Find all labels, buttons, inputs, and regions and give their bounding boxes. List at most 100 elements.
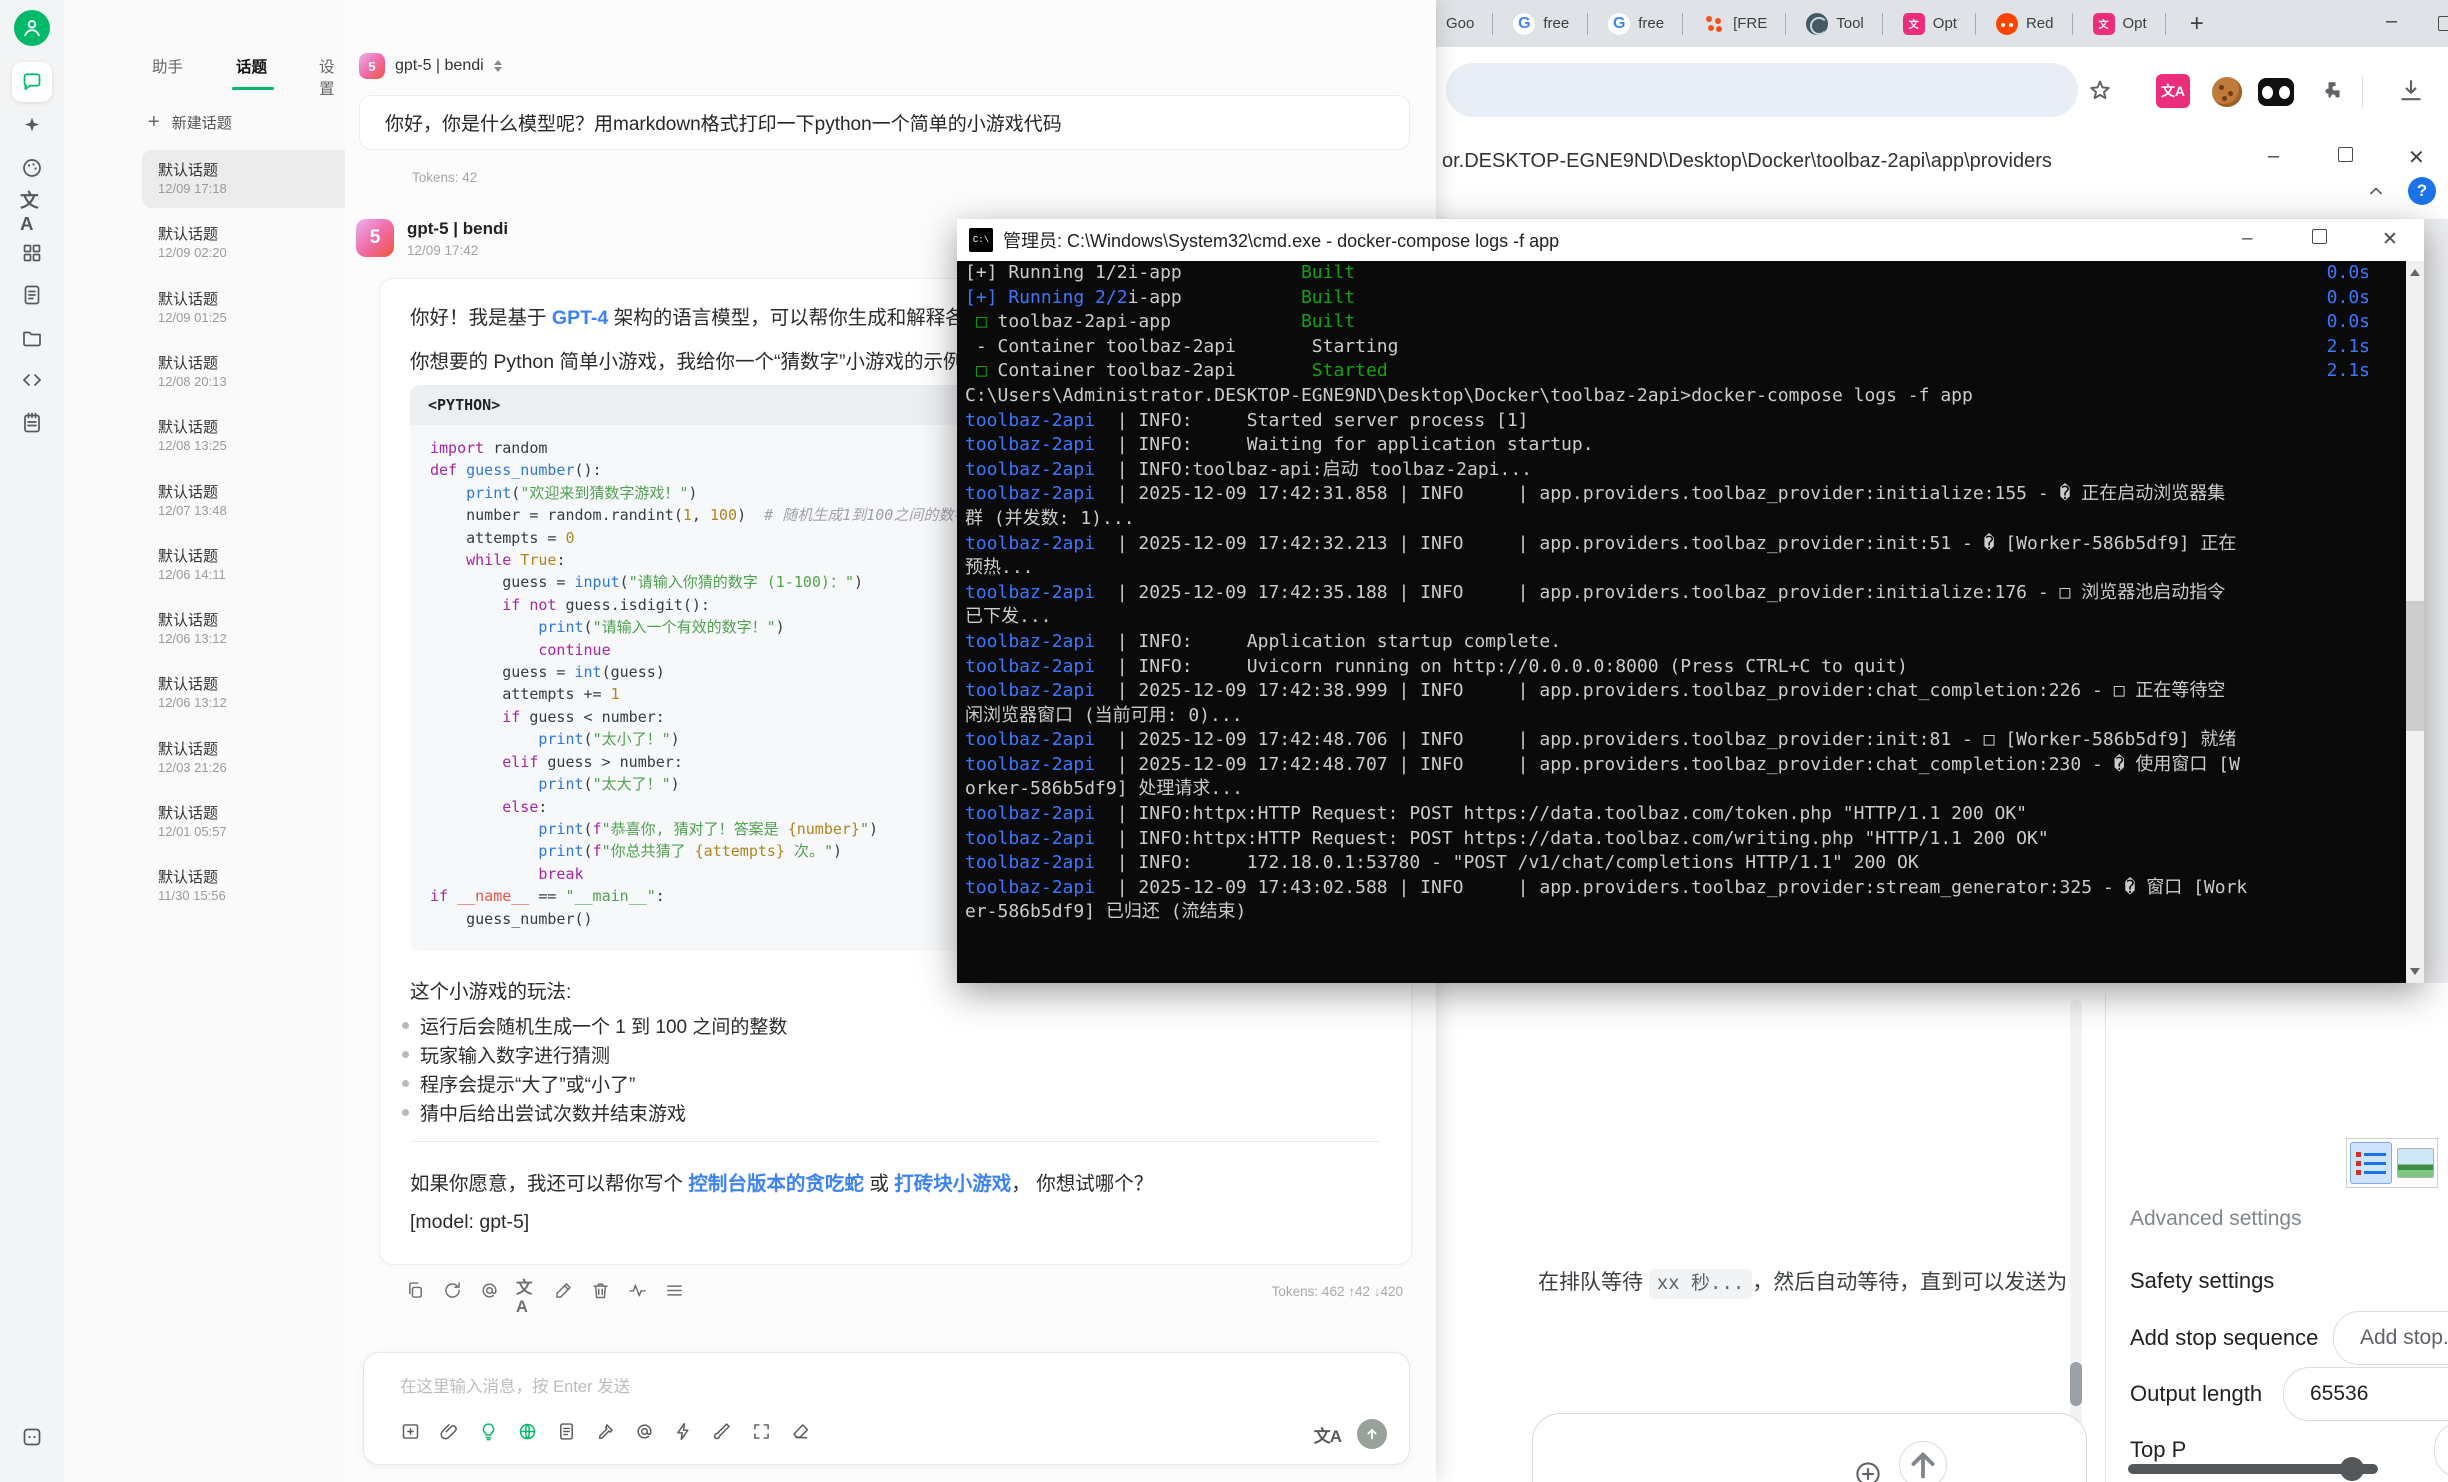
cmd-maximize-button[interactable] <box>2312 228 2327 250</box>
cmd-log-line: 预热... <box>965 557 1034 579</box>
browser-tab[interactable]: Goo <box>1436 7 1503 41</box>
output-length-input[interactable]: 65536 <box>2283 1367 2448 1421</box>
edit-icon[interactable] <box>553 1280 574 1306</box>
studio-prompt-input[interactable] <box>1532 1413 2087 1482</box>
browser-maximize-button[interactable] <box>2438 16 2448 31</box>
copy-icon[interactable] <box>405 1280 426 1306</box>
bottom-app-icon[interactable] <box>12 1417 52 1457</box>
mention-icon[interactable] <box>634 1421 655 1447</box>
explorer-maximize-button[interactable] <box>2338 145 2353 168</box>
help-icon[interactable]: ? <box>2408 177 2436 205</box>
sidebar-item-translate-icon[interactable]: 文A <box>12 190 52 234</box>
cmd-log-line: toolbaz-2api | INFO:httpx:HTTP Request: … <box>965 827 2049 849</box>
image-view-icon[interactable] <box>2396 1148 2434 1178</box>
scroll-down-arrow[interactable] <box>2410 968 2420 975</box>
new-topic-icon[interactable] <box>400 1421 421 1447</box>
quick-phrase-icon[interactable] <box>673 1421 694 1447</box>
tab-label: Tool <box>1836 15 1864 32</box>
add-stop-input[interactable]: Add stop... <box>2333 1311 2448 1365</box>
topic-title: 默认话题 <box>158 354 219 372</box>
inline-link[interactable]: 控制台版本的贪吃蛇 <box>688 1173 864 1195</box>
sidebar-item-files-folder-icon[interactable] <box>12 318 52 358</box>
cmd-log-line: toolbaz-2api | 2025-12-09 17:42:48.706 |… <box>965 729 2237 751</box>
user-tokens-label: Tokens: 42 <box>412 170 478 185</box>
menu-icon[interactable] <box>664 1280 685 1306</box>
pulse-icon[interactable] <box>627 1280 648 1306</box>
delete-icon[interactable] <box>590 1280 611 1306</box>
regenerate-icon[interactable] <box>442 1280 463 1306</box>
list-view-icon[interactable] <box>2350 1142 2392 1184</box>
cmd-scrollbar[interactable] <box>2406 261 2424 983</box>
run-button[interactable] <box>1899 1441 1947 1482</box>
expand-icon[interactable] <box>751 1421 772 1447</box>
translate-icon[interactable]: 文A <box>516 1279 537 1316</box>
cmd-close-button[interactable]: ✕ <box>2382 228 2398 251</box>
address-bar[interactable] <box>1446 63 2078 117</box>
download-icon[interactable] <box>2396 76 2426 106</box>
browser-tab[interactable]: [FRE <box>1693 7 1796 41</box>
web-search-icon[interactable] <box>517 1421 538 1447</box>
cmd-scrollbar-thumb[interactable] <box>2406 601 2424 731</box>
cmd-log-line: 群 (并发数: 1)... <box>965 507 1135 529</box>
mention-icon[interactable] <box>479 1280 500 1306</box>
new-tab-button[interactable]: + <box>2190 10 2204 38</box>
bookmark-star-icon[interactable] <box>2086 77 2114 105</box>
cmd-log-line: □ Container toolbaz-2api Started 2.1s <box>965 360 2370 382</box>
attach-icon[interactable] <box>439 1421 460 1447</box>
user-avatar[interactable] <box>14 10 50 46</box>
thinking-icon[interactable] <box>478 1421 499 1447</box>
explorer-minimize-button[interactable]: – <box>2268 145 2279 168</box>
advanced-settings-label[interactable]: Advanced settings <box>2130 1207 2302 1231</box>
format-brush-icon[interactable] <box>712 1421 733 1447</box>
translate-icon[interactable]: 文A <box>1314 1422 1342 1447</box>
inline-link[interactable]: 打砖块小游戏 <box>894 1173 1011 1195</box>
sidebar-item-agents-sparkle-icon[interactable] <box>12 106 52 146</box>
top-p-value-input[interactable] <box>2434 1422 2448 1478</box>
page-scrollbar-thumb[interactable] <box>2070 1362 2082 1406</box>
sidebar-item-minapps-grid-icon[interactable] <box>12 233 52 273</box>
translate-extension-icon[interactable]: 文A <box>2156 74 2190 108</box>
safety-settings-label[interactable]: Safety settings <box>2130 1268 2274 1294</box>
topics-tab-settings[interactable]: 设置 <box>319 55 345 99</box>
topics-tab-topics[interactable]: 话题 <box>236 55 267 77</box>
send-button[interactable] <box>1357 1419 1387 1449</box>
browser-minimize-button[interactable]: – <box>2386 10 2397 33</box>
browser-tab[interactable]: Gfree <box>1598 7 1693 41</box>
message-tokens-label: Tokens: 462 ↑42 ↓420 <box>1271 1284 1403 1299</box>
browser-tab[interactable]: 文 Opt <box>1893 7 1986 41</box>
sidebar-item-paintings-palette-icon[interactable] <box>12 148 52 188</box>
message-input[interactable]: 在这里输入消息，按 Enter 发送 文A <box>363 1352 1410 1465</box>
page-scrollbar-track[interactable] <box>2070 1000 2082 1482</box>
inline-link[interactable]: GPT-4 <box>552 307 608 329</box>
sidebar-item-notes-icon[interactable] <box>12 403 52 443</box>
model-selector[interactable]: 5 gpt-5 | bendi <box>359 53 502 79</box>
extensions-puzzle-icon[interactable] <box>2318 77 2346 105</box>
browser-tab[interactable]: 文 Opt <box>2083 7 2176 41</box>
scroll-up-arrow[interactable] <box>2410 269 2420 276</box>
add-media-icon[interactable] <box>1853 1459 1883 1482</box>
sidebar-item-assistant-chat-icon[interactable] <box>12 62 52 102</box>
knowledge-icon[interactable] <box>556 1421 577 1447</box>
cmd-titlebar[interactable]: C:\ 管理员: C:\Windows\System32\cmd.exe - d… <box>957 219 2424 261</box>
collapse-chevron-icon[interactable] <box>2364 179 2388 203</box>
topics-tab-assistant[interactable]: 助手 <box>152 55 183 77</box>
tab-label: free <box>1543 15 1570 32</box>
top-p-label: Top P <box>2130 1437 2187 1462</box>
clear-icon[interactable] <box>790 1421 811 1447</box>
sidebar-item-code-tools-icon[interactable] <box>12 360 52 400</box>
mcp-tools-icon[interactable] <box>595 1421 616 1447</box>
model-note: [model: gpt-5] <box>410 1211 530 1233</box>
sidebar-item-knowledge-file-icon[interactable] <box>12 275 52 315</box>
browser-tab[interactable]: Red <box>1986 7 2083 41</box>
browser-tab[interactable]: Gfree <box>1503 7 1598 41</box>
plus-icon: + <box>148 110 160 133</box>
top-p-slider-thumb[interactable] <box>2340 1457 2364 1481</box>
explorer-close-button[interactable]: ✕ <box>2408 145 2425 170</box>
cmd-log-line: toolbaz-2api | 2025-12-09 17:42:32.213 |… <box>965 532 2237 554</box>
browser-tab[interactable]: Tool <box>1796 7 1893 41</box>
reader-extension-icon[interactable] <box>2258 78 2294 106</box>
cmd-minimize-button[interactable]: – <box>2242 228 2253 250</box>
add-stop-sequence-label: Add stop sequence <box>2130 1325 2319 1350</box>
cookie-extension-icon[interactable] <box>2212 77 2242 107</box>
tab-favicon-google: G <box>1513 12 1536 35</box>
